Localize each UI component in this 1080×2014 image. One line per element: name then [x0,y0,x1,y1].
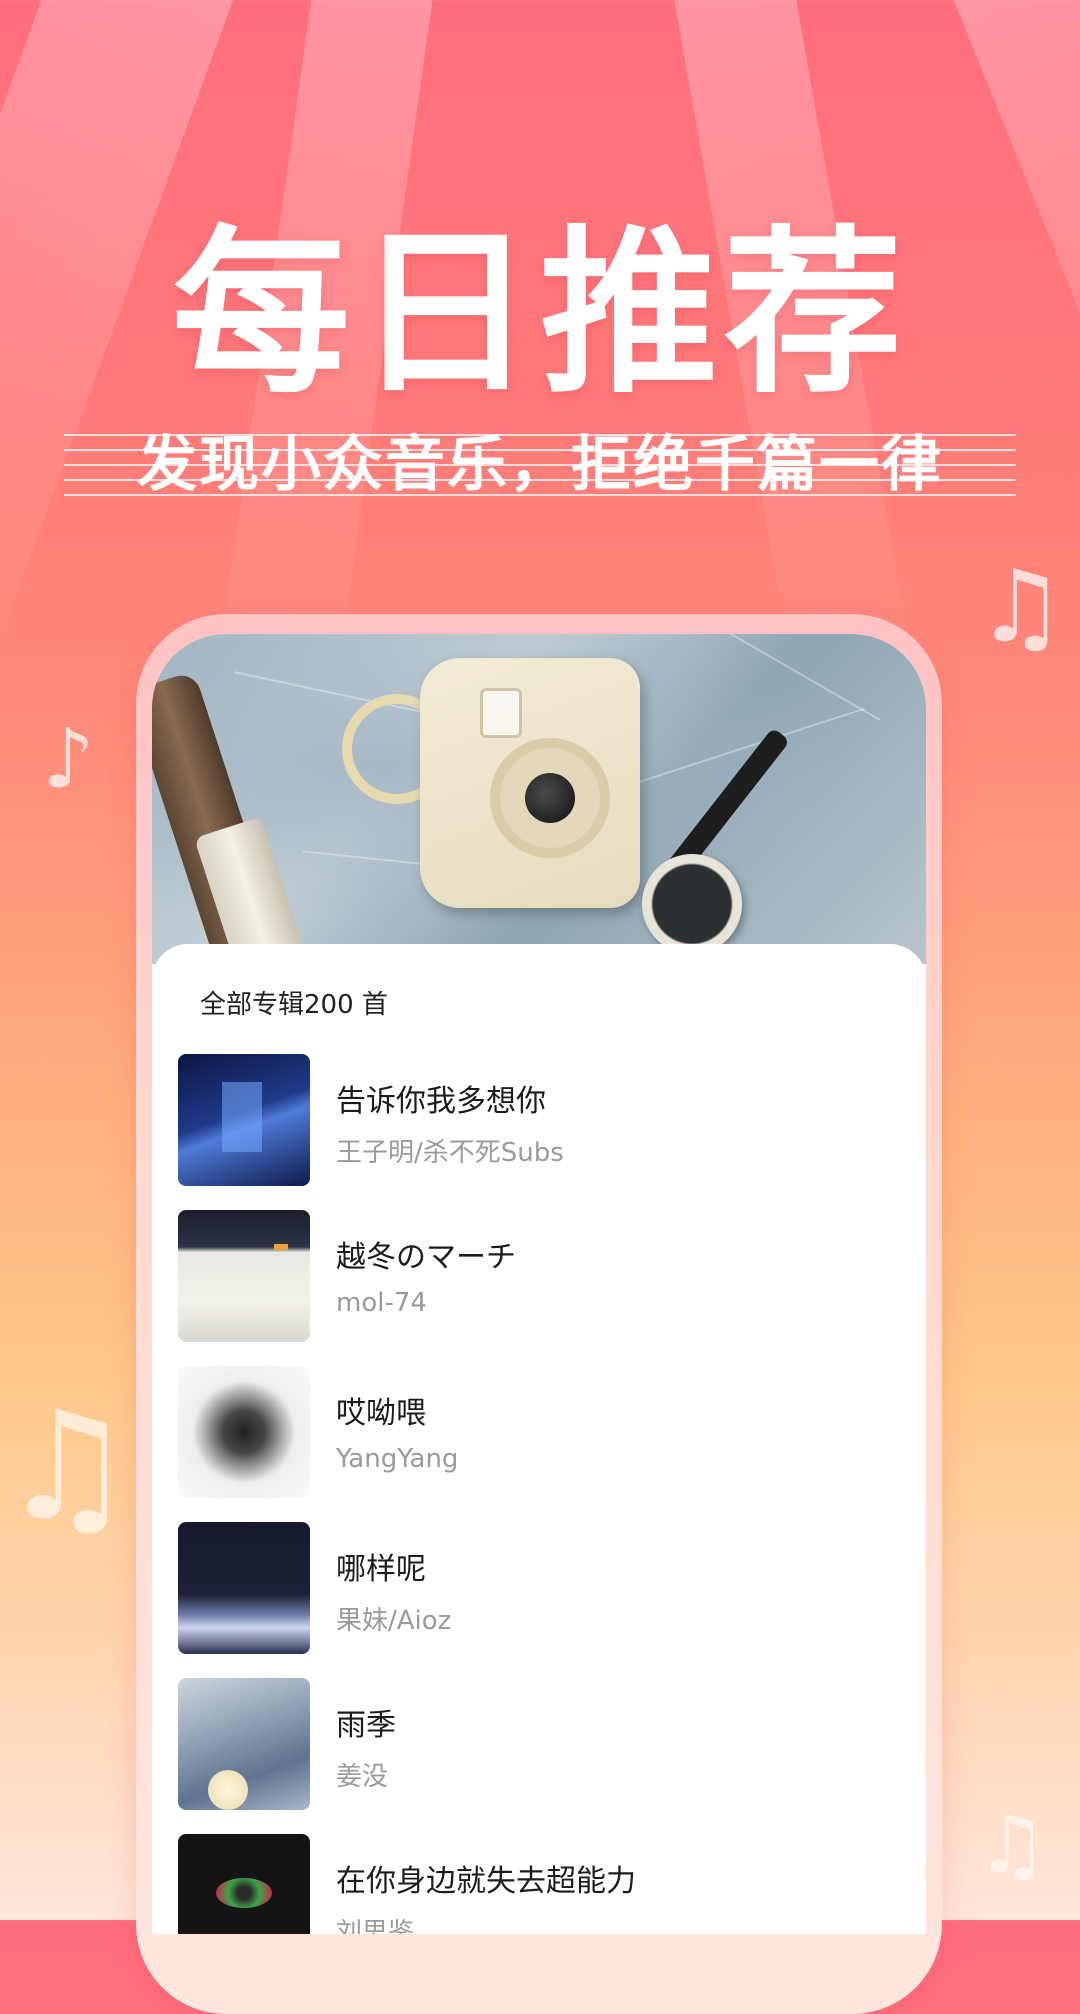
album-cover [178,1834,310,1934]
track-artist: 姜没 [336,1762,389,1792]
track-row[interactable]: 告诉你我多想你 王子明/杀不死Subs [178,1054,898,1186]
album-cover [178,1366,310,1498]
album-cover [178,1522,310,1654]
music-note-icon: ♪ [42,712,95,807]
track-title: 哪样呢 [336,1552,426,1587]
track-artist: 果妹/Aioz [336,1606,452,1636]
album-cover [178,1678,310,1810]
track-title: 哎呦喂 [336,1396,426,1431]
camera-lens-ring [490,738,610,858]
subheadline-banner: 发现小众音乐，拒绝千篇一律 [64,430,1016,500]
track-artist: 王子明/杀不死Subs [336,1138,564,1168]
camera-flash [480,688,522,738]
track-row[interactable]: 哎呦喂 YangYang [178,1366,898,1498]
album-count-header: 全部专辑200 首 [200,990,388,1020]
track-list-panel: 全部专辑200 首 告诉你我多想你 王子明/杀不死Subs 越冬のマーチ mol… [152,944,926,1934]
track-row[interactable]: 哪样呢 果妹/Aioz [178,1522,898,1654]
track-title: 告诉你我多想你 [336,1084,546,1119]
track-row[interactable]: 越冬のマーチ mol-74 [178,1210,898,1342]
track-title: 越冬のマーチ [336,1240,516,1275]
headline: 每日推荐 [172,210,908,417]
subheadline: 发现小众音乐，拒绝千篇一律 [137,430,943,500]
double-music-note-icon: ♫ [976,548,1066,665]
album-cover [178,1210,310,1342]
track-artist: YangYang [336,1444,459,1474]
album-cover [178,1054,310,1186]
track-row[interactable]: 雨季 姜没 [178,1678,898,1810]
hero-photo [152,634,926,978]
map-route [723,634,881,721]
compass [642,854,742,954]
track-title: 雨季 [336,1708,396,1743]
phone-screen: 全部专辑200 首 告诉你我多想你 王子明/杀不死Subs 越冬のマーチ mol… [152,634,926,1934]
instant-camera [420,658,640,908]
camera-lens [525,773,575,823]
track-title: 在你身边就失去超能力 [336,1864,636,1899]
double-music-note-icon: ♫ [976,1798,1048,1891]
track-artist: 刘思鉴 [336,1918,415,1934]
double-music-note-icon: ♫ [0,1380,135,1554]
track-artist: mol-74 [336,1288,427,1318]
track-row[interactable]: 在你身边就失去超能力 刘思鉴 [178,1834,898,1934]
